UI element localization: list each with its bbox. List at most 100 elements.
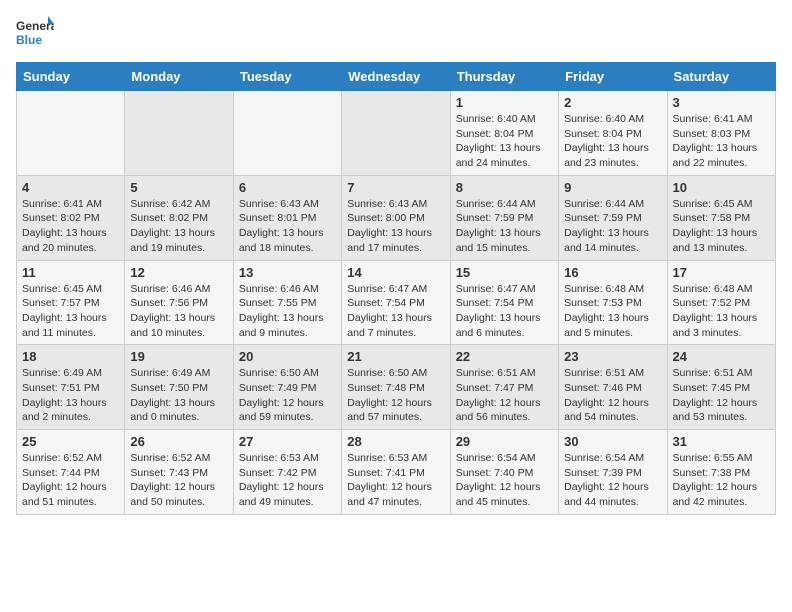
calendar-cell: 1 Sunrise: 6:40 AM Sunset: 8:04 PM Daylig… [450,91,558,176]
calendar-table: SundayMondayTuesdayWednesdayThursdayFrid… [16,62,776,515]
cell-content: Sunrise: 6:51 AM Sunset: 7:47 PM Dayligh… [456,366,553,425]
day-number: 17 [673,265,770,280]
day-number: 21 [347,349,444,364]
day-number: 18 [22,349,119,364]
calendar-cell [233,91,341,176]
calendar-cell: 11 Sunrise: 6:45 AM Sunset: 7:57 PM Dayli… [17,260,125,345]
calendar-cell: 30Sunrise: 6:54 AM Sunset: 7:39 PM Dayli… [559,430,667,515]
calendar-cell: 22 Sunrise: 6:51 AM Sunset: 7:47 PM Dayli… [450,345,558,430]
cell-content: Sunrise: 6:52 AM Sunset: 7:44 PM Dayligh… [22,451,119,510]
day-number: 1 [456,95,553,110]
calendar-cell: 28 Sunrise: 6:53 AM Sunset: 7:41 PM Dayli… [342,430,450,515]
calendar-cell: 23Sunrise: 6:51 AM Sunset: 7:46 PM Dayli… [559,345,667,430]
calendar-cell [17,91,125,176]
calendar-cell: 5 Sunrise: 6:42 AM Sunset: 8:02 PM Daylig… [125,175,233,260]
calendar-cell: 8 Sunrise: 6:44 AM Sunset: 7:59 PM Daylig… [450,175,558,260]
cell-content: Sunrise: 6:50 AM Sunset: 7:48 PM Dayligh… [347,366,444,425]
cell-content: Sunrise: 6:49 AM Sunset: 7:51 PM Dayligh… [22,366,119,425]
cell-content: Sunrise: 6:45 AM Sunset: 7:57 PM Dayligh… [22,282,119,341]
cell-content: Sunrise: 6:48 AM Sunset: 7:53 PM Dayligh… [564,282,661,341]
cell-content: Sunrise: 6:53 AM Sunset: 7:41 PM Dayligh… [347,451,444,510]
day-number: 12 [130,265,227,280]
cell-content: Sunrise: 6:41 AM Sunset: 8:03 PM Dayligh… [673,112,770,171]
day-number: 4 [22,180,119,195]
day-number: 7 [347,180,444,195]
day-number: 24 [673,349,770,364]
header-row: SundayMondayTuesdayWednesdayThursdayFrid… [17,63,776,91]
cell-content: Sunrise: 6:41 AM Sunset: 8:02 PM Dayligh… [22,197,119,256]
cell-content: Sunrise: 6:48 AM Sunset: 7:52 PM Dayligh… [673,282,770,341]
calendar-cell: 2Sunrise: 6:40 AM Sunset: 8:04 PM Daylig… [559,91,667,176]
day-number: 22 [456,349,553,364]
header-sunday: Sunday [17,63,125,91]
calendar-cell: 16 Sunrise: 6:48 AM Sunset: 7:53 PM Dayli… [559,260,667,345]
header-tuesday: Tuesday [233,63,341,91]
cell-content: Sunrise: 6:54 AM Sunset: 7:39 PM Dayligh… [564,451,661,510]
cell-content: Sunrise: 6:51 AM Sunset: 7:46 PM Dayligh… [564,366,661,425]
logo[interactable]: General Blue [16,16,54,52]
header-wednesday: Wednesday [342,63,450,91]
day-number: 2 [564,95,661,110]
cell-content: Sunrise: 6:52 AM Sunset: 7:43 PM Dayligh… [130,451,227,510]
day-number: 10 [673,180,770,195]
calendar-cell [342,91,450,176]
cell-content: Sunrise: 6:55 AM Sunset: 7:38 PM Dayligh… [673,451,770,510]
day-number: 8 [456,180,553,195]
svg-text:Blue: Blue [16,33,42,47]
calendar-cell: 7 Sunrise: 6:43 AM Sunset: 8:00 PM Daylig… [342,175,450,260]
header-thursday: Thursday [450,63,558,91]
cell-content: Sunrise: 6:46 AM Sunset: 7:55 PM Dayligh… [239,282,336,341]
cell-content: Sunrise: 6:40 AM Sunset: 8:04 PM Dayligh… [456,112,553,171]
calendar-cell: 19Sunrise: 6:49 AM Sunset: 7:50 PM Dayli… [125,345,233,430]
day-number: 9 [564,180,661,195]
calendar-cell: 26Sunrise: 6:52 AM Sunset: 7:43 PM Dayli… [125,430,233,515]
cell-content: Sunrise: 6:43 AM Sunset: 8:00 PM Dayligh… [347,197,444,256]
day-number: 5 [130,180,227,195]
calendar-cell: 4 Sunrise: 6:41 AM Sunset: 8:02 PM Daylig… [17,175,125,260]
cell-content: Sunrise: 6:42 AM Sunset: 8:02 PM Dayligh… [130,197,227,256]
day-number: 3 [673,95,770,110]
calendar-week-5: 25Sunrise: 6:52 AM Sunset: 7:44 PM Dayli… [17,430,776,515]
cell-content: Sunrise: 6:46 AM Sunset: 7:56 PM Dayligh… [130,282,227,341]
calendar-week-2: 4 Sunrise: 6:41 AM Sunset: 8:02 PM Daylig… [17,175,776,260]
day-number: 6 [239,180,336,195]
calendar-week-1: 1 Sunrise: 6:40 AM Sunset: 8:04 PM Daylig… [17,91,776,176]
day-number: 16 [564,265,661,280]
header-monday: Monday [125,63,233,91]
cell-content: Sunrise: 6:54 AM Sunset: 7:40 PM Dayligh… [456,451,553,510]
calendar-cell: 21 Sunrise: 6:50 AM Sunset: 7:48 PM Dayli… [342,345,450,430]
day-number: 27 [239,434,336,449]
calendar-cell: 29 Sunrise: 6:54 AM Sunset: 7:40 PM Dayli… [450,430,558,515]
cell-content: Sunrise: 6:44 AM Sunset: 7:59 PM Dayligh… [564,197,661,256]
calendar-cell [125,91,233,176]
calendar-cell: 14Sunrise: 6:47 AM Sunset: 7:54 PM Dayli… [342,260,450,345]
calendar-cell: 9 Sunrise: 6:44 AM Sunset: 7:59 PM Daylig… [559,175,667,260]
calendar-cell: 10 Sunrise: 6:45 AM Sunset: 7:58 PM Dayli… [667,175,775,260]
day-number: 29 [456,434,553,449]
day-number: 31 [673,434,770,449]
calendar-cell: 25Sunrise: 6:52 AM Sunset: 7:44 PM Dayli… [17,430,125,515]
day-number: 28 [347,434,444,449]
calendar-cell: 27 Sunrise: 6:53 AM Sunset: 7:42 PM Dayli… [233,430,341,515]
cell-content: Sunrise: 6:44 AM Sunset: 7:59 PM Dayligh… [456,197,553,256]
day-number: 20 [239,349,336,364]
day-number: 11 [22,265,119,280]
calendar-cell: 12 Sunrise: 6:46 AM Sunset: 7:56 PM Dayli… [125,260,233,345]
calendar-cell: 18 Sunrise: 6:49 AM Sunset: 7:51 PM Dayli… [17,345,125,430]
cell-content: Sunrise: 6:49 AM Sunset: 7:50 PM Dayligh… [130,366,227,425]
calendar-cell: 31 Sunrise: 6:55 AM Sunset: 7:38 PM Dayli… [667,430,775,515]
calendar-header: SundayMondayTuesdayWednesdayThursdayFrid… [17,63,776,91]
cell-content: Sunrise: 6:53 AM Sunset: 7:42 PM Dayligh… [239,451,336,510]
cell-content: Sunrise: 6:47 AM Sunset: 7:54 PM Dayligh… [347,282,444,341]
calendar-cell: 24Sunrise: 6:51 AM Sunset: 7:45 PM Dayli… [667,345,775,430]
day-number: 13 [239,265,336,280]
calendar-cell: 3 Sunrise: 6:41 AM Sunset: 8:03 PM Daylig… [667,91,775,176]
header-saturday: Saturday [667,63,775,91]
cell-content: Sunrise: 6:45 AM Sunset: 7:58 PM Dayligh… [673,197,770,256]
calendar-cell: 6 Sunrise: 6:43 AM Sunset: 8:01 PM Daylig… [233,175,341,260]
calendar-cell: 15Sunrise: 6:47 AM Sunset: 7:54 PM Dayli… [450,260,558,345]
calendar-week-3: 11 Sunrise: 6:45 AM Sunset: 7:57 PM Dayli… [17,260,776,345]
header-friday: Friday [559,63,667,91]
cell-content: Sunrise: 6:43 AM Sunset: 8:01 PM Dayligh… [239,197,336,256]
calendar-cell: 17 Sunrise: 6:48 AM Sunset: 7:52 PM Dayli… [667,260,775,345]
